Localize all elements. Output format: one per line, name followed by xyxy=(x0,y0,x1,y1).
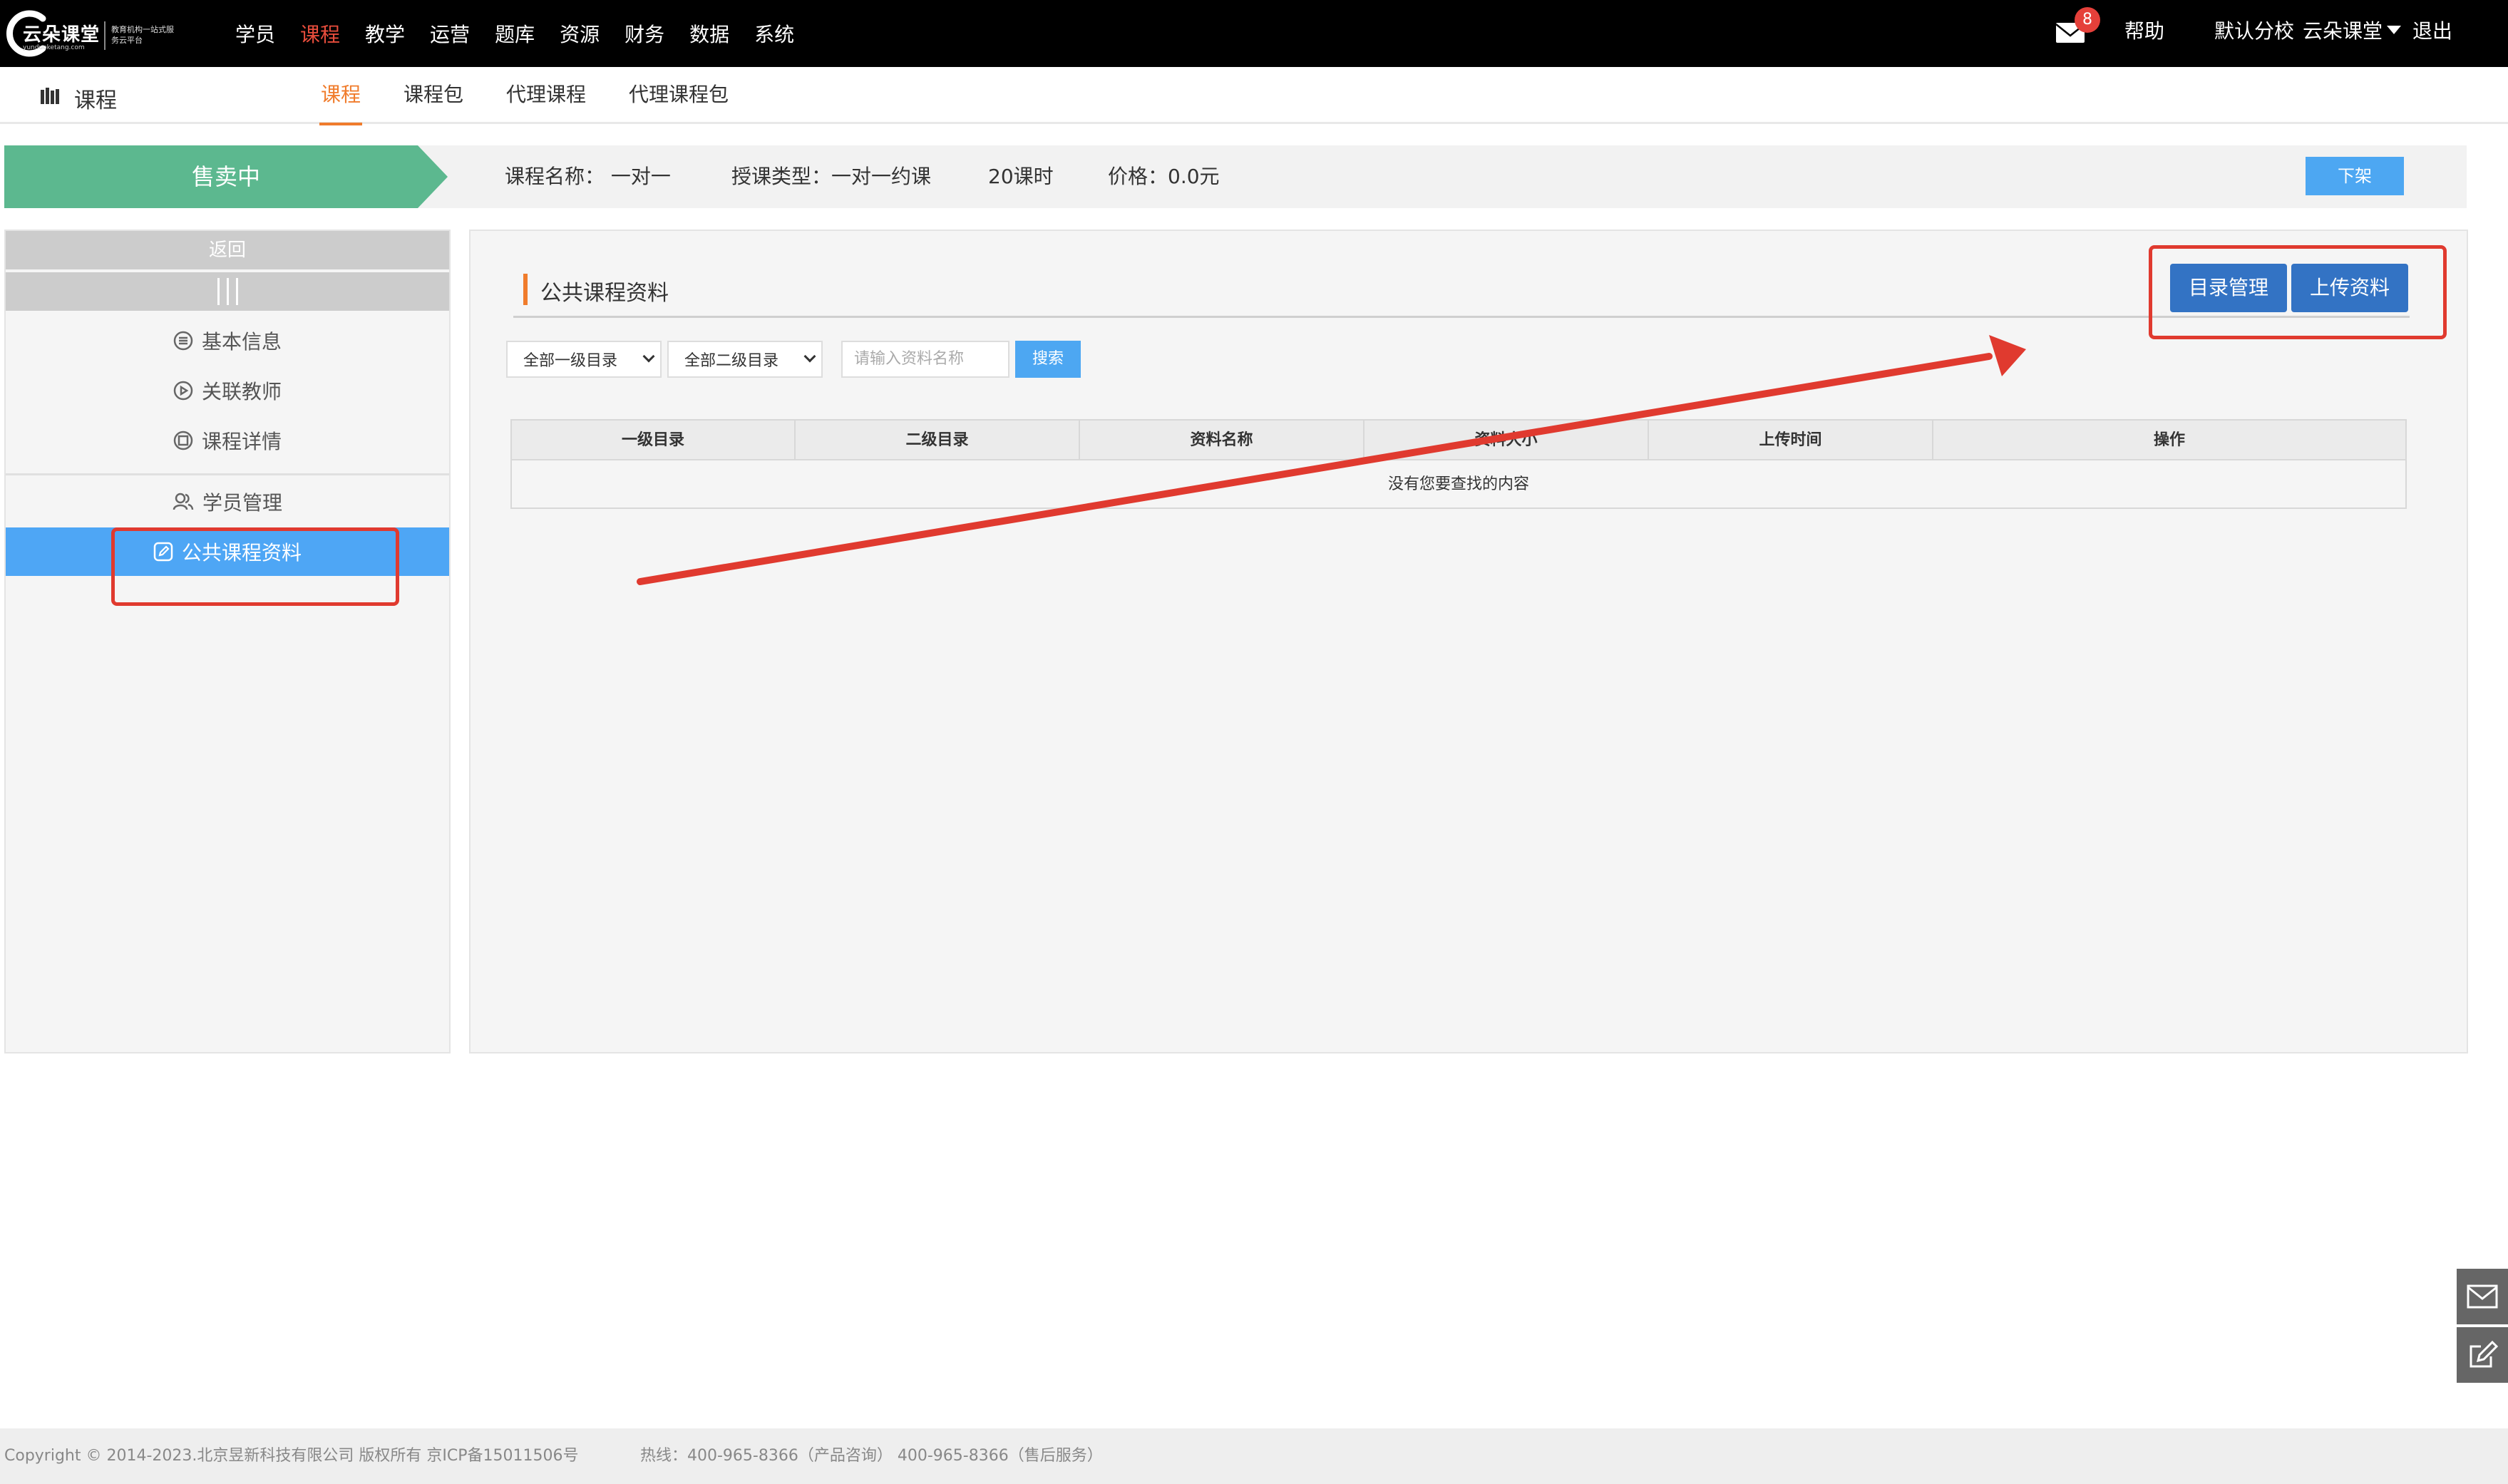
floating-message-button[interactable] xyxy=(2457,1269,2508,1324)
mail-icon xyxy=(2467,1284,2498,1309)
floating-feedback-button[interactable] xyxy=(2457,1327,2508,1383)
edit-icon xyxy=(2470,1340,2498,1368)
footer-copyright: Copyright © 2014-2023.北京昱新科技有限公司 版权所有 京I… xyxy=(4,1447,579,1465)
annotation-arrow xyxy=(637,335,2026,585)
footer-hotline: 热线：400-965-8366（产品咨询） 400-965-8366（售后服务） xyxy=(640,1447,1103,1465)
